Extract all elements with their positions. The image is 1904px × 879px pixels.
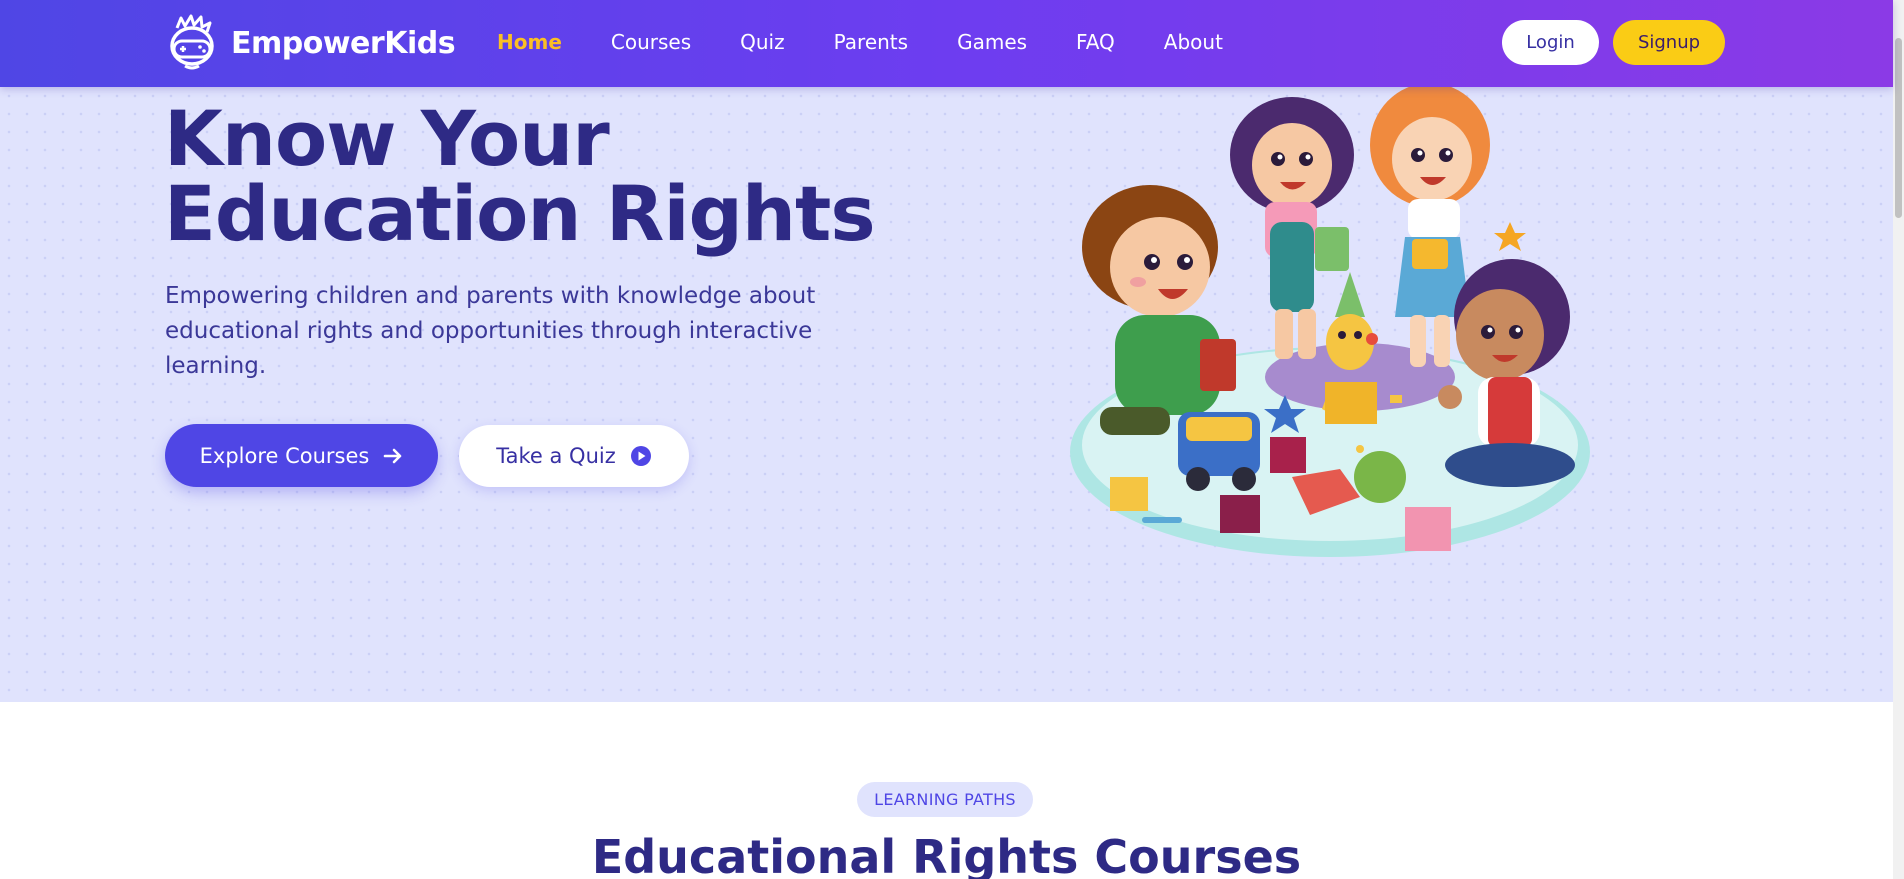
explore-courses-button[interactable]: Explore Courses (165, 424, 438, 487)
scrollbar-thumb[interactable] (1895, 38, 1902, 218)
top-navbar: EmpowerKids Home Courses Quiz Parents Ga… (0, 0, 1893, 87)
learning-paths-badge: LEARNING PATHS (857, 782, 1033, 817)
brand-logo[interactable]: EmpowerKids (165, 14, 456, 72)
play-circle-icon (630, 445, 652, 467)
login-button[interactable]: Login (1502, 20, 1599, 65)
courses-section-title: Educational Rights Courses (591, 830, 1302, 879)
hero-title-line-1: Know Your (164, 94, 610, 183)
hero-title-line-2: Education Rights (164, 169, 876, 258)
nav-item-about[interactable]: About (1164, 30, 1223, 54)
main-nav: Home Courses Quiz Parents Games FAQ Abou… (497, 0, 1272, 84)
page-scrollbar[interactable] (1893, 0, 1904, 879)
children-playing-illustration (1070, 87, 1590, 557)
nav-item-games[interactable]: Games (957, 30, 1027, 54)
hero-title: Know Your Education Rights (164, 94, 924, 258)
nav-item-quiz[interactable]: Quiz (740, 30, 784, 54)
arrow-right-icon (383, 447, 403, 465)
nav-item-courses[interactable]: Courses (611, 30, 691, 54)
signup-button[interactable]: Signup (1613, 20, 1725, 65)
hero-subtitle: Empowering children and parents with kno… (165, 283, 816, 379)
explore-courses-label: Explore Courses (199, 443, 370, 468)
nav-item-faq[interactable]: FAQ (1076, 30, 1115, 54)
gamepad-kid-logo-icon (170, 14, 214, 70)
nav-item-parents[interactable]: Parents (834, 30, 908, 54)
take-quiz-label: Take a Quiz (496, 444, 616, 468)
brand-name: EmpowerKids (231, 25, 456, 61)
hero-section: Know Your Education Rights Empowering ch… (0, 87, 1893, 702)
courses-section: LEARNING PATHS Educational Rights Course… (0, 702, 1893, 879)
nav-item-home[interactable]: Home (497, 30, 562, 54)
take-quiz-button[interactable]: Take a Quiz (459, 425, 689, 487)
